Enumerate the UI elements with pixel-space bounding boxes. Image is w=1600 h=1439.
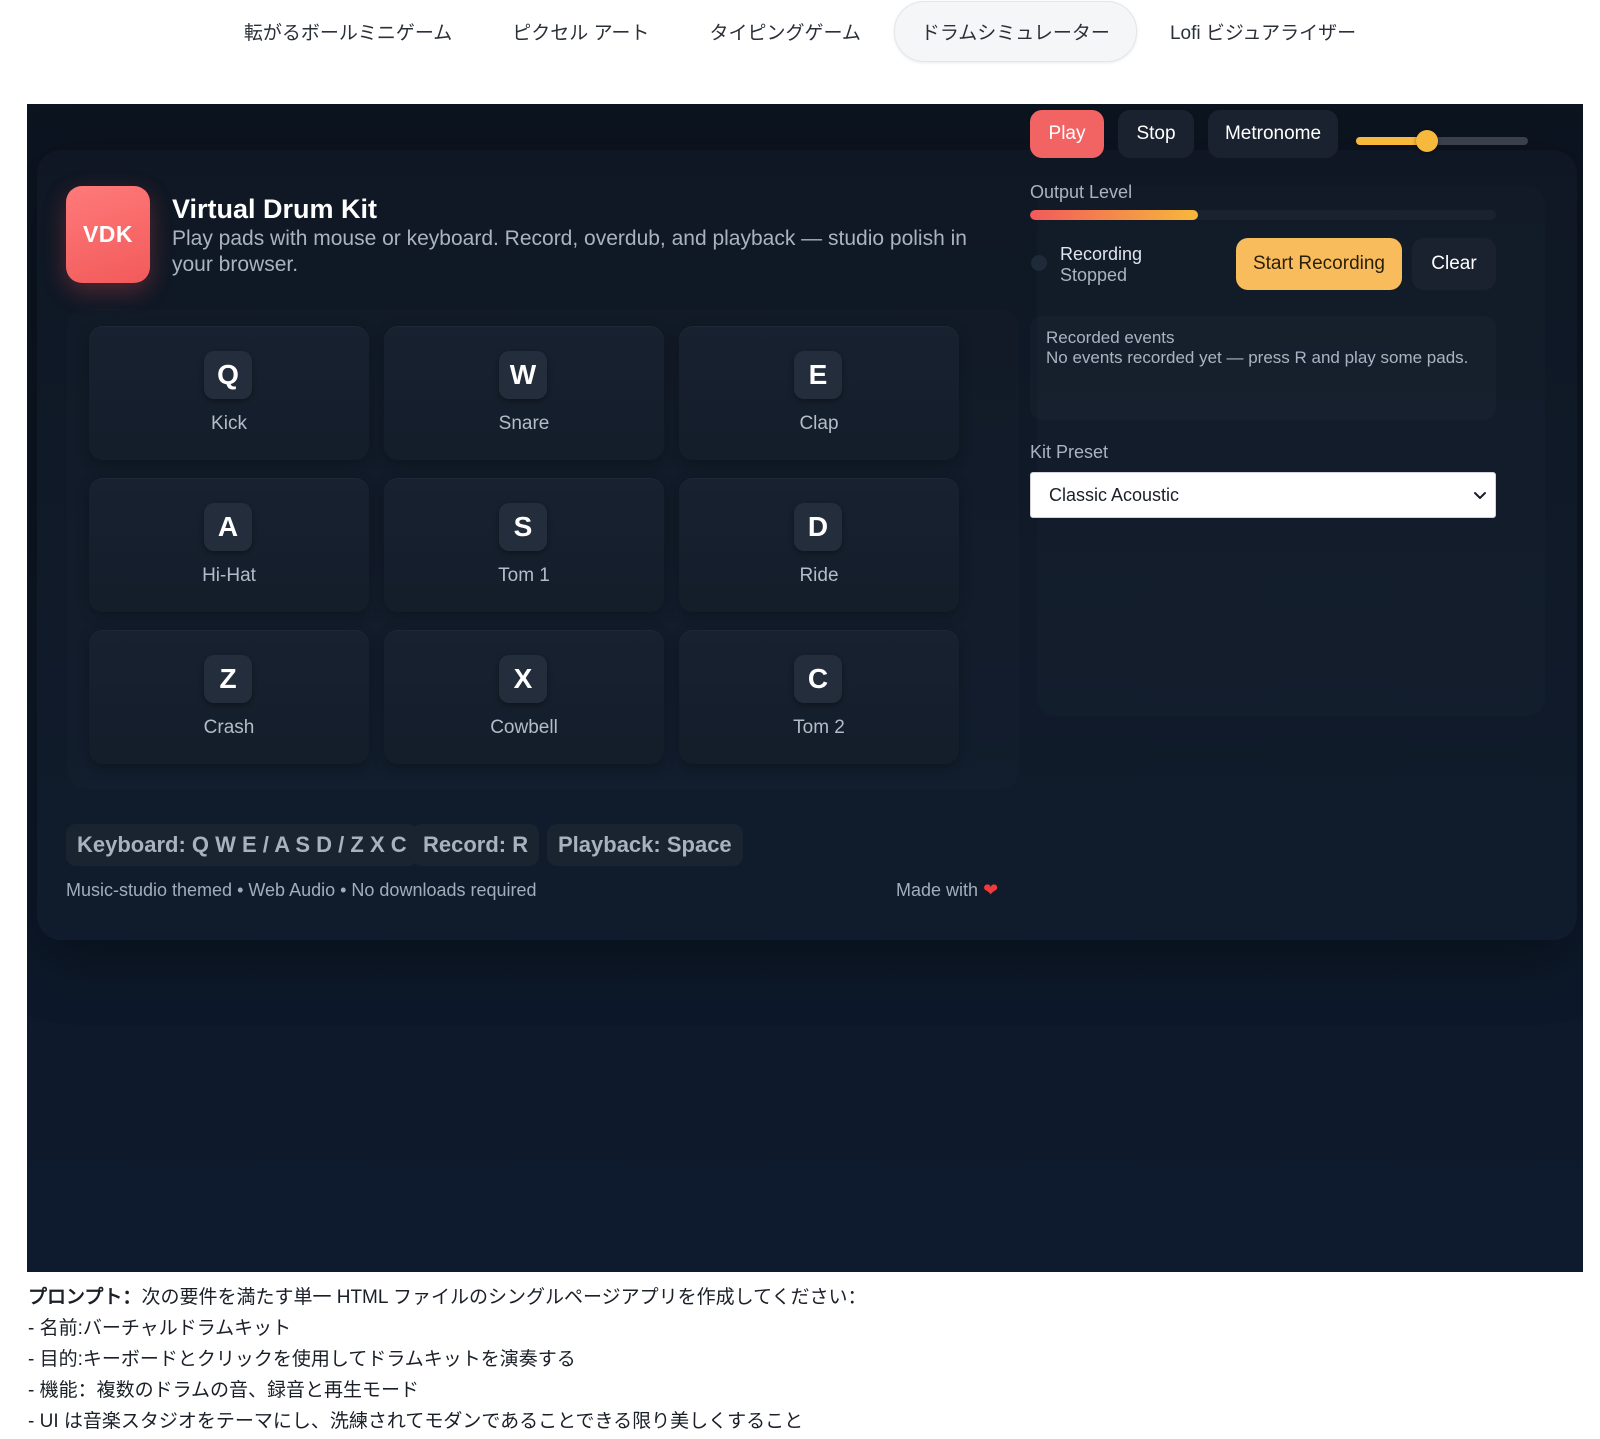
tab-rolling-ball[interactable]: 転がるボールミニゲーム <box>217 1 479 62</box>
prompt-intro: 次の要件を満たす単一 HTML ファイルのシングルページアプリを作成してください… <box>141 1287 867 1308</box>
footer-credit-text: Made with <box>896 880 979 900</box>
pad-key: D <box>794 503 842 551</box>
stop-button[interactable]: Stop <box>1118 110 1194 158</box>
recording-status: Recording Stopped <box>1060 244 1142 286</box>
pad-key: Z <box>204 655 252 703</box>
tab-pixel-art[interactable]: ピクセル アート <box>485 1 676 62</box>
play-button[interactable]: Play <box>1030 110 1104 158</box>
prompt-line: - UI は音楽スタジオをテーマにし、洗練されてモダンであることできる限り美しく… <box>28 1411 804 1432</box>
top-tab-bar: 転がるボールミニゲーム ピクセル アート タイピングゲーム ドラムシミュレーター… <box>0 0 1600 62</box>
recorded-events-title: Recorded events <box>1046 328 1175 347</box>
recording-indicator-icon <box>1031 255 1047 271</box>
footer-credit: Made with ❤ <box>896 880 998 901</box>
prompt-heading: プロンプト： <box>28 1287 142 1308</box>
output-level-label: Output Level <box>1030 182 1133 202</box>
pad-label: Clap <box>799 413 839 434</box>
pad-label: Tom 1 <box>498 565 550 586</box>
pad-label: Tom 2 <box>793 717 845 738</box>
volume-slider[interactable] <box>1356 130 1528 152</box>
pad-label: Hi-Hat <box>202 565 256 586</box>
tab-drum-simulator[interactable]: ドラムシミュレーター <box>893 0 1137 62</box>
keyboard-hint-chip: Keyboard: Q W E / A S D / Z X C <box>66 824 418 866</box>
pad-tom1[interactable]: S Tom 1 <box>384 478 664 612</box>
pad-label: Kick <box>211 413 247 434</box>
prompt-heading-line: プロンプト：次の要件を満たす単一 HTML ファイルのシングルページアプリを作成… <box>28 1282 1568 1313</box>
prompt-line: - 目的:キーボードとクリックを使用してドラムキットを演奏する <box>28 1349 576 1370</box>
start-recording-button[interactable]: Start Recording <box>1236 238 1402 290</box>
pad-ride[interactable]: D Ride <box>679 478 959 612</box>
pad-key: X <box>499 655 547 703</box>
clear-button[interactable]: Clear <box>1412 238 1496 290</box>
pad-key: A <box>204 503 252 551</box>
recorded-events-box: Recorded events No events recorded yet —… <box>1030 316 1496 420</box>
recorded-events-empty: No events recorded yet — press R and pla… <box>1046 348 1469 367</box>
pad-label: Crash <box>203 717 255 738</box>
recording-status-title: Recording <box>1060 244 1143 264</box>
playback-hint-chip: Playback: Space <box>547 824 743 866</box>
pad-crash[interactable]: Z Crash <box>89 630 369 764</box>
pad-hihat[interactable]: A Hi-Hat <box>89 478 369 612</box>
record-hint-chip: Record: R <box>412 824 540 866</box>
prompt-line: - 機能：複数のドラムの音、録音と再生モード <box>28 1380 420 1401</box>
app-subtitle: Play pads with mouse or keyboard. Record… <box>172 227 967 276</box>
tab-typing-game[interactable]: タイピングゲーム <box>682 1 887 62</box>
pad-key: S <box>499 503 547 551</box>
app-logo: VDK <box>66 186 150 283</box>
pad-key: Q <box>204 351 252 399</box>
pad-label: Snare <box>498 413 550 434</box>
kit-preset-value: Classic Acoustic <box>1049 484 1180 505</box>
output-level-meter <box>1030 210 1496 220</box>
pad-key: C <box>794 655 842 703</box>
kit-preset-label: Kit Preset <box>1030 442 1109 462</box>
volume-slider-thumb[interactable] <box>1415 130 1438 152</box>
kit-preset-select[interactable]: Classic Acoustic <box>1030 472 1496 518</box>
pad-cowbell[interactable]: X Cowbell <box>384 630 664 764</box>
prompt-line: - 名前:バーチャルドラムキット <box>28 1318 292 1339</box>
chevron-down-icon <box>1474 492 1486 499</box>
recording-status-value: Stopped <box>1060 265 1128 285</box>
metronome-button[interactable]: Metronome <box>1208 110 1338 158</box>
heart-icon: ❤ <box>983 880 999 900</box>
pad-label: Ride <box>799 565 839 586</box>
prompt-text: プロンプト：次の要件を満たす単一 HTML ファイルのシングルページアプリを作成… <box>28 1282 1568 1437</box>
tab-lofi-visualizer[interactable]: Lofi ビジュアライザー <box>1143 1 1383 62</box>
pad-key: W <box>499 351 547 399</box>
pad-label: Cowbell <box>490 717 558 738</box>
pad-tom2[interactable]: C Tom 2 <box>679 630 959 764</box>
pad-snare[interactable]: W Snare <box>384 326 664 460</box>
pad-kick[interactable]: Q Kick <box>89 326 369 460</box>
footer-tagline: Music-studio themed • Web Audio • No dow… <box>66 880 537 900</box>
pad-clap[interactable]: E Clap <box>679 326 959 460</box>
app-title: Virtual Drum Kit <box>172 194 378 224</box>
output-level-fill <box>1030 210 1198 220</box>
pad-key: E <box>794 351 842 399</box>
